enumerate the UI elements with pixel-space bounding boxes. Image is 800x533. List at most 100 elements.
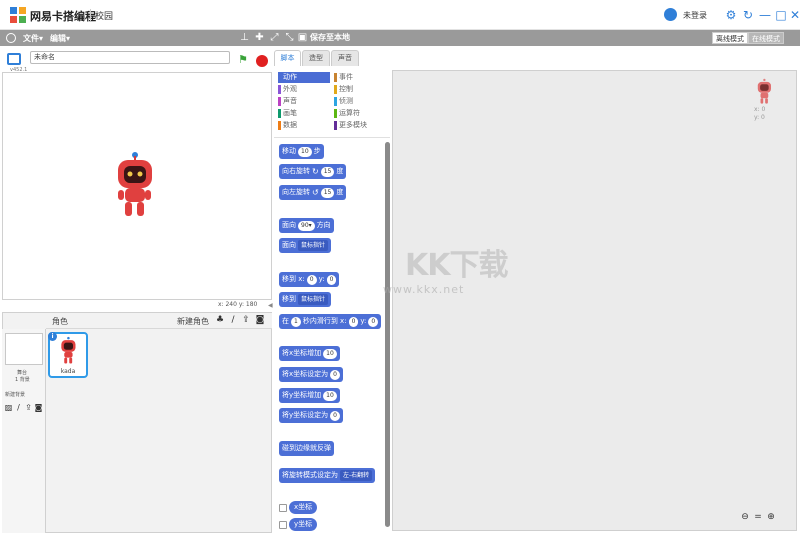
cut-icon[interactable]: ✚ <box>254 32 265 43</box>
glide-y-input[interactable]: 0 <box>368 316 379 327</box>
palette-scrollbar[interactable] <box>385 142 390 527</box>
y-position-checkbox[interactable] <box>279 521 287 529</box>
category-pen[interactable]: 画笔 <box>278 108 330 119</box>
category-control[interactable]: 控制 <box>334 84 386 95</box>
goto-y-input[interactable]: 0 <box>326 274 337 285</box>
tab-scripts[interactable]: 脚本 <box>274 50 301 66</box>
edit-menu[interactable]: 编辑▾ <box>50 33 70 44</box>
refresh-icon[interactable]: ↻ <box>741 8 755 22</box>
block-change-y[interactable]: 将y坐标增加 10 <box>279 388 340 403</box>
block-goto[interactable]: 移到 鼠标指针 <box>279 292 332 307</box>
category-data[interactable]: 数据 <box>278 120 330 131</box>
campus-label: 校园 <box>95 12 114 22</box>
change-y-input[interactable]: 10 <box>323 390 337 401</box>
block-point-towards[interactable]: 面向 鼠标指针 <box>279 238 332 253</box>
x-position-checkbox[interactable] <box>279 504 287 512</box>
stamp-icon[interactable]: ⊥ <box>239 32 250 43</box>
new-backdrop-label: 新建背景 <box>5 392 26 398</box>
change-x-input[interactable]: 10 <box>323 348 337 359</box>
block-goto-xy[interactable]: 移到 x: 0 y: 0 <box>279 272 340 287</box>
stage-coordinates: x: 240 y: 180 <box>218 301 258 308</box>
backdrop-library-icon[interactable]: ▨ <box>4 403 13 412</box>
backdrop-label: 舞台 <box>17 370 28 376</box>
paint-sprite-icon[interactable]: / <box>228 315 238 325</box>
set-y-input[interactable]: 0 <box>330 410 340 421</box>
block-point-direction[interactable]: 面向 90▾ 方向 <box>279 218 334 233</box>
sprite-info-icon[interactable]: i <box>48 332 57 341</box>
block-move[interactable]: 移动 10 步 <box>279 144 324 159</box>
grow-icon[interactable]: ⤢ <box>269 32 280 43</box>
stop-button[interactable] <box>256 55 268 67</box>
category-more-blocks[interactable]: 更多模块 <box>334 120 386 131</box>
turn-left-degrees-input[interactable]: 15 <box>320 187 335 198</box>
reporter-y-position[interactable]: y坐标 <box>289 518 318 531</box>
sprite-name: kada <box>60 368 76 375</box>
camera-backdrop-icon[interactable]: ◙ <box>34 403 43 412</box>
sprite-library-icon[interactable]: ♣ <box>215 315 225 325</box>
reporter-x-position[interactable]: x坐标 <box>289 501 318 514</box>
app-logo-icon <box>10 7 26 23</box>
camera-sprite-icon[interactable]: ◙ <box>255 315 265 325</box>
block-change-x[interactable]: 将x坐标增加 10 <box>279 346 340 361</box>
zoom-out-icon[interactable]: ⊖ <box>740 512 750 522</box>
watermark-url: www.kkx.net <box>383 283 465 296</box>
tab-costumes[interactable]: 造型 <box>302 50 330 66</box>
offline-mode-button[interactable]: 离线模式 <box>712 32 748 44</box>
category-motion[interactable]: 动作 <box>278 72 330 83</box>
rotation-style-dropdown[interactable]: 左-右翻转 <box>340 470 373 481</box>
user-avatar-icon[interactable] <box>664 8 677 21</box>
upload-backdrop-icon[interactable]: ⇪ <box>24 403 33 412</box>
fullscreen-icon[interactable] <box>7 53 21 65</box>
upload-sprite-icon[interactable]: ⇪ <box>241 315 251 325</box>
kada-thumb-icon <box>61 336 76 364</box>
zoom-reset-icon[interactable]: = <box>753 512 763 522</box>
close-icon[interactable]: ✕ <box>788 8 800 22</box>
block-set-x[interactable]: 将x坐标设定为 0 <box>279 367 343 382</box>
kada-sprite[interactable] <box>112 150 156 222</box>
language-globe-icon[interactable] <box>6 33 16 43</box>
block-bounce[interactable]: 碰到边缘就反弹 <box>279 441 334 456</box>
script-area[interactable] <box>392 70 797 531</box>
sprite-y-readout: y: 0 <box>754 114 765 121</box>
block-glide[interactable]: 在 1 秒内滑行到 x: 0 y: 0 <box>279 314 382 329</box>
goto-dropdown[interactable]: 鼠标指针 <box>298 294 329 305</box>
file-menu[interactable]: 文件▾ <box>23 33 43 44</box>
save-local-button[interactable]: 保存至本地 <box>310 32 350 43</box>
block-set-y[interactable]: 将y坐标设定为 0 <box>279 408 343 423</box>
app-title: 网易卡搭编程 <box>30 10 96 23</box>
turn-right-degrees-input[interactable]: 15 <box>320 166 335 177</box>
goto-x-input[interactable]: 0 <box>306 274 317 285</box>
login-status[interactable]: 未登录 <box>683 10 707 21</box>
project-name-input[interactable]: 未命名 <box>30 51 230 64</box>
tab-sounds[interactable]: 声音 <box>331 50 359 66</box>
category-looks[interactable]: 外观 <box>278 84 330 95</box>
category-operators[interactable]: 运算符 <box>334 108 386 119</box>
sprite-x-readout: x: 0 <box>754 106 766 113</box>
glide-seconds-input[interactable]: 1 <box>291 316 301 327</box>
zoom-in-icon[interactable]: ⊕ <box>766 512 776 522</box>
shrink-icon[interactable]: ⤡ <box>284 32 295 43</box>
settings-icon[interactable]: ⚙ <box>724 8 738 22</box>
save-icon[interactable]: ▣ <box>297 32 308 43</box>
paint-backdrop-icon[interactable]: / <box>14 403 23 412</box>
category-sound[interactable]: 声音 <box>278 96 330 107</box>
backdrop-thumbnail[interactable] <box>5 333 43 365</box>
category-events[interactable]: 事件 <box>334 72 386 83</box>
glide-x-input[interactable]: 0 <box>348 316 359 327</box>
green-flag-icon[interactable]: ⚑ <box>238 54 250 66</box>
minimize-icon[interactable]: — <box>758 8 772 22</box>
block-turn-left[interactable]: 向左旋转 ↺ 15 度 <box>279 185 347 200</box>
new-sprite-label: 新建角色 <box>177 317 209 326</box>
move-steps-input[interactable]: 10 <box>298 146 312 157</box>
title-bar <box>0 0 800 30</box>
sprites-title: 角色 <box>52 317 68 326</box>
direction-dropdown[interactable]: 90▾ <box>298 220 315 231</box>
title-divider <box>90 9 91 21</box>
set-x-input[interactable]: 0 <box>330 369 340 380</box>
block-turn-right[interactable]: 向右旋转 ↻ 15 度 <box>279 164 347 179</box>
category-sensing[interactable]: 侦测 <box>334 96 386 107</box>
online-mode-button[interactable]: 在线模式 <box>748 32 784 44</box>
maximize-icon[interactable]: □ <box>774 8 788 22</box>
point-towards-dropdown[interactable]: 鼠标指针 <box>298 240 329 251</box>
block-rotation-style[interactable]: 将旋转模式设定为 左-右翻转 <box>279 468 376 483</box>
